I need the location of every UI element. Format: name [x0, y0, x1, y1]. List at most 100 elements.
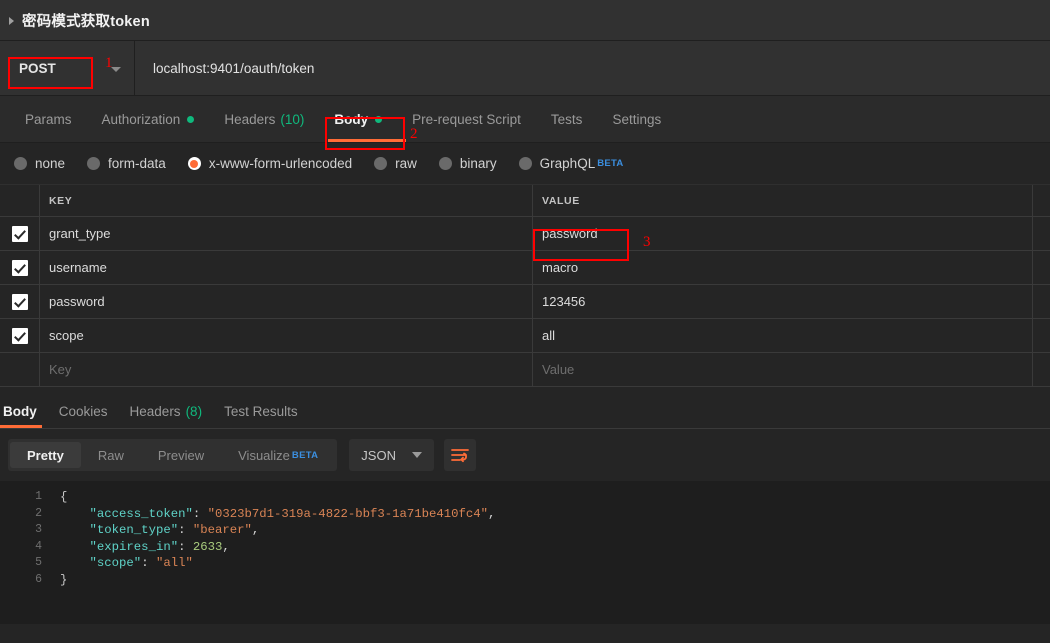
chevron-down-icon[interactable]: [111, 67, 121, 72]
code-line: "scope": "all": [60, 555, 1050, 572]
value-cell[interactable]: password: [533, 217, 1033, 250]
code-line: "token_type": "bearer",: [60, 522, 1050, 539]
row-checkbox-cell[interactable]: [0, 319, 40, 352]
tab-label: Body: [334, 112, 368, 127]
url-input[interactable]: localhost:9401/oauth/token: [153, 61, 314, 76]
status-dot-icon: [375, 116, 382, 123]
token-type-value: bearer: [200, 523, 244, 537]
response-body-viewer[interactable]: 1 2 3 4 5 6 { "access_token": "0323b7d1-…: [0, 481, 1050, 624]
code-line: "access_token": "0323b7d1-319a-4822-bbf3…: [60, 506, 1050, 523]
row-checkbox-cell[interactable]: [0, 217, 40, 250]
radio-x-www-form-urlencoded[interactable]: x-www-form-urlencoded: [188, 156, 352, 171]
tab-authorization[interactable]: Authorization: [87, 96, 210, 142]
access-token-value: "0323b7d1-319a-4822-bbf3-1a71be410fc4": [208, 507, 488, 521]
method-selector[interactable]: POST: [0, 41, 135, 95]
line-number: 2: [0, 506, 52, 523]
checkbox-icon[interactable]: [12, 328, 28, 344]
value-cell[interactable]: macro: [533, 251, 1033, 284]
table-row[interactable]: password 123456: [0, 285, 1050, 319]
tab-label: Headers: [130, 404, 181, 419]
radio-label: x-www-form-urlencoded: [209, 156, 352, 171]
format-label: JSON: [361, 448, 396, 463]
format-dropdown[interactable]: JSON: [349, 439, 434, 471]
new-value-input[interactable]: Value: [533, 353, 1033, 386]
radio-graphql[interactable]: GraphQL BETA: [519, 156, 624, 171]
tab-params[interactable]: Params: [10, 96, 87, 142]
view-mode-label: Raw: [98, 448, 124, 463]
response-tab-cookies[interactable]: Cookies: [48, 394, 119, 428]
value-cell[interactable]: 123456: [533, 285, 1033, 318]
body-params-table: KEY VALUE grant_type password username m…: [0, 185, 1050, 387]
radio-circle-icon: [14, 157, 27, 170]
value-text: 123456: [542, 294, 585, 309]
new-key-input[interactable]: Key: [40, 353, 533, 386]
method-label: POST: [9, 54, 66, 83]
checkbox-icon[interactable]: [12, 260, 28, 276]
radio-circle-icon: [188, 157, 201, 170]
annotation-number-3: 3: [643, 234, 651, 251]
radio-binary[interactable]: binary: [439, 156, 497, 171]
key-text: username: [49, 260, 107, 275]
postman-window: 密码模式获取token POST localhost:9401/oauth/to…: [0, 0, 1050, 643]
key-cell[interactable]: grant_type: [40, 217, 533, 250]
request-tabs: Params Authorization Headers (10) Body P…: [0, 96, 1050, 143]
checkbox-icon[interactable]: [12, 226, 28, 242]
radio-label: raw: [395, 156, 417, 171]
view-mode-visualize[interactable]: Visualize BETA: [221, 442, 335, 468]
view-mode-label: Preview: [158, 448, 204, 463]
code-line: {: [60, 489, 1050, 506]
line-number-gutter: 1 2 3 4 5 6: [0, 481, 52, 624]
table-row[interactable]: scope all: [0, 319, 1050, 353]
value-cell[interactable]: all: [533, 319, 1033, 352]
key-text: scope: [49, 328, 84, 343]
tab-pre-request-script[interactable]: Pre-request Script: [397, 96, 536, 142]
tab-label: Body: [3, 404, 37, 419]
radio-form-data[interactable]: form-data: [87, 156, 166, 171]
key-cell[interactable]: scope: [40, 319, 533, 352]
key-cell[interactable]: password: [40, 285, 533, 318]
response-tab-headers[interactable]: Headers (8): [119, 394, 214, 428]
radio-circle-icon: [374, 157, 387, 170]
radio-circle-icon: [87, 157, 100, 170]
radio-label: binary: [460, 156, 497, 171]
column-header-value: VALUE: [542, 195, 580, 207]
chevron-down-icon: [412, 452, 422, 458]
wrap-lines-button[interactable]: [444, 439, 476, 471]
value-placeholder: Value: [542, 362, 574, 377]
annotation-number-2: 2: [410, 126, 418, 143]
table-row-empty[interactable]: Key Value: [0, 353, 1050, 387]
tab-label: Tests: [551, 112, 583, 127]
view-mode-raw[interactable]: Raw: [81, 442, 141, 468]
table-row[interactable]: username macro: [0, 251, 1050, 285]
view-mode-label: Visualize: [238, 448, 290, 463]
response-tab-body[interactable]: Body: [0, 394, 48, 428]
response-tab-test-results[interactable]: Test Results: [213, 394, 309, 428]
radio-circle-icon: [439, 157, 452, 170]
tab-label: Settings: [612, 112, 661, 127]
beta-badge: BETA: [597, 158, 623, 169]
tab-body[interactable]: Body: [319, 96, 397, 142]
row-checkbox-cell[interactable]: [0, 251, 40, 284]
json-code: { "access_token": "0323b7d1-319a-4822-bb…: [52, 481, 1050, 624]
checkbox-icon[interactable]: [12, 294, 28, 310]
radio-none[interactable]: none: [14, 156, 65, 171]
view-mode-pretty[interactable]: Pretty: [10, 442, 81, 468]
table-row[interactable]: grant_type password: [0, 217, 1050, 251]
table-header-row: KEY VALUE: [0, 185, 1050, 217]
tab-tests[interactable]: Tests: [536, 96, 598, 142]
tab-label: Params: [25, 112, 72, 127]
radio-label: GraphQL: [540, 156, 596, 171]
tab-settings[interactable]: Settings: [597, 96, 676, 142]
row-checkbox-cell[interactable]: [0, 285, 40, 318]
value-text: all: [542, 328, 555, 343]
column-header-key: KEY: [49, 195, 72, 207]
response-tabs: Body Cookies Headers (8) Test Results: [0, 394, 1050, 429]
radio-raw[interactable]: raw: [374, 156, 417, 171]
key-cell[interactable]: username: [40, 251, 533, 284]
beta-badge: BETA: [292, 450, 318, 461]
line-number: 5: [0, 555, 52, 572]
expires-in-value: 2633: [193, 540, 223, 554]
tab-headers[interactable]: Headers (10): [209, 96, 319, 142]
view-mode-preview[interactable]: Preview: [141, 442, 221, 468]
collapse-triangle-icon[interactable]: [9, 17, 14, 25]
